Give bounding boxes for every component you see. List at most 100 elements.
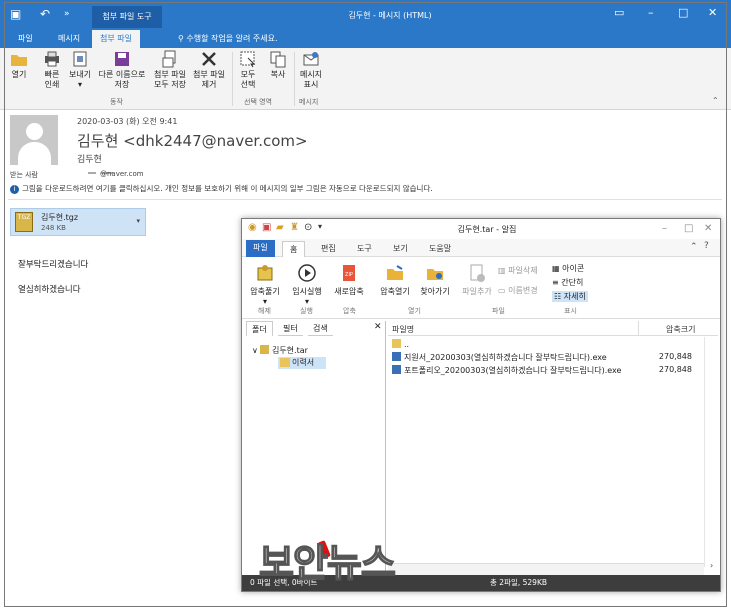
minimize-icon[interactable]: – — [648, 6, 654, 19]
preview-label: 보내기 — [68, 70, 92, 79]
collapse-ribbon-icon[interactable]: ⌃ — [712, 96, 719, 105]
tab-message[interactable]: 메시지 — [50, 30, 88, 48]
tab-file[interactable]: 파일 — [246, 240, 275, 257]
open-archive-icon — [387, 265, 403, 280]
delete-file-button[interactable]: ▥ 파일삭제 — [498, 265, 538, 276]
file-name: 포트폴리오_20200303(열심히하겠습니다 잘부탁드립니다).exe — [404, 366, 622, 375]
picture-download-warning[interactable]: i 그림을 다운로드하려면 여기를 클릭하십시오. 개인 정보를 보호하기 위해 … — [10, 183, 722, 194]
group-view-label: 표시 — [564, 307, 577, 315]
extract-icon — [257, 265, 273, 281]
message-from[interactable]: 김두현 <dhk2447@naver.com> — [77, 130, 308, 151]
tab-search[interactable]: 검색 — [308, 321, 333, 336]
archive-ribbon: 압축풀기 ▾ 임시실행 ▾ ZIP 새로압축 압축열기 찾아가기 파일추가 ▥ … — [242, 257, 720, 319]
tab-home[interactable]: 홈 — [282, 241, 306, 257]
remove-attachment-button[interactable]: 첨부 파일 제거 — [190, 50, 228, 90]
svg-text:ZIP: ZIP — [345, 272, 353, 278]
view-icon-button[interactable]: ▦ 아이콘 — [552, 263, 584, 274]
chevron-down-icon[interactable]: ∨ — [252, 346, 260, 355]
extract-quick-icon[interactable]: ♜ — [290, 222, 299, 233]
scroll-right-icon[interactable]: › — [710, 561, 713, 570]
tab-edit[interactable]: 편집 — [314, 241, 343, 257]
printer-icon — [45, 51, 59, 67]
preview-button[interactable]: 보내기 ▾ — [66, 50, 94, 90]
group-file-label: 파일 — [492, 307, 505, 315]
rename-button[interactable]: ▭ 이름변경 — [498, 285, 538, 296]
more-commands-icon[interactable]: » — [64, 9, 70, 19]
attachment-size: 248 KB — [41, 224, 66, 232]
tree-child-label: 이력서 — [292, 358, 315, 367]
save-all-button[interactable]: 첨부 파일 모두 저장 — [150, 50, 190, 90]
file-row-parent[interactable]: .. — [392, 339, 409, 351]
show-message-label-1: 메시지 — [299, 70, 323, 79]
outlook-ribbon-tabs: 파일 메시지 첨부 파일 ⚲ 수행할 작업을 알려 주세요. — [0, 30, 731, 48]
archive-ribbon-tabs: 파일 홈 편집 도구 보기 도움말 ⌃ ? — [242, 239, 720, 257]
column-size[interactable]: 압축크기 — [666, 324, 695, 335]
copy-icon — [270, 51, 286, 68]
add-file-button[interactable]: 파일추가 — [460, 263, 494, 297]
customize-toolbar-icon[interactable]: ▾ — [318, 222, 322, 231]
collapse-ribbon-icon[interactable]: ⌃ — [690, 242, 698, 252]
copy-button[interactable]: 복사 — [266, 50, 290, 80]
help-icon[interactable]: ? — [704, 241, 709, 251]
attachment-dropdown-icon[interactable]: ▾ — [136, 217, 140, 225]
tab-filter[interactable]: 필터 — [278, 321, 303, 336]
attachment-name: 김두현.tgz — [41, 213, 79, 222]
close-pane-icon[interactable]: ✕ — [374, 322, 382, 332]
close-icon[interactable]: ✕ — [708, 6, 717, 19]
open-folder-quick-icon[interactable]: ▰ — [276, 222, 284, 233]
vertical-scrollbar[interactable] — [704, 337, 718, 567]
save-disk-icon — [115, 52, 129, 66]
close-icon[interactable]: ✕ — [704, 223, 712, 234]
file-list-pane: 파일명 압축크기 .. 지원서_20200303(열심히하겠습니다 잘부탁드립니… — [388, 321, 718, 575]
horizontal-scrollbar[interactable] — [388, 563, 704, 575]
list-view-icon: ≡ — [552, 278, 562, 287]
folder-open-icon — [11, 55, 27, 66]
minimize-icon[interactable]: – — [662, 223, 667, 234]
find-button[interactable]: 찾아가기 — [418, 263, 452, 297]
open-archive-button[interactable]: 압축열기 — [378, 263, 412, 297]
file-list-header: 파일명 압축크기 — [388, 321, 718, 336]
save-all-label-1: 첨부 파일 — [154, 70, 186, 79]
maximize-icon[interactable]: □ — [684, 223, 693, 234]
new-archive-quick-icon[interactable]: ▣ — [262, 222, 271, 233]
file-row[interactable]: 포트폴리오_20200303(열심히하겠습니다 잘부탁드립니다).exe — [392, 365, 621, 377]
tree-root-label: 김두현.tar — [271, 346, 308, 355]
save-as-button[interactable]: 다른 이름으로 저장 — [96, 50, 148, 90]
tab-attachment[interactable]: 첨부 파일 — [92, 30, 140, 48]
extract-button[interactable]: 압축풀기 ▾ — [248, 263, 282, 306]
new-archive-label: 새로압축 — [334, 287, 364, 296]
tell-me-box[interactable]: ⚲ 수행할 작업을 알려 주세요. — [170, 30, 286, 48]
attachment-item[interactable]: TGZ 김두현.tgz 248 KB ▾ — [10, 208, 146, 236]
view-simple-button[interactable]: ≡ 간단히 — [552, 277, 583, 288]
context-tab-attachment-tools: 첨부 파일 도구 — [92, 6, 162, 28]
undo-icon[interactable]: ↶ — [40, 7, 50, 21]
tab-folder[interactable]: 폴더 — [246, 321, 273, 336]
group-extract-label: 해제 — [258, 307, 271, 315]
tab-file[interactable]: 파일 — [10, 30, 41, 48]
run-quick-icon[interactable]: ⊙ — [304, 222, 312, 233]
column-name[interactable]: 파일명 — [392, 324, 414, 335]
open-archive-label: 압축열기 — [380, 287, 410, 296]
folder-icon — [392, 339, 401, 348]
view-detail-button[interactable]: ☷ 자세히 — [552, 291, 588, 302]
open-label: 열기 — [11, 70, 27, 79]
show-message-button[interactable]: 메시지 표시 — [297, 50, 325, 90]
file-name: 지원서_20200303(열심히하겠습니다 잘부탁드립니다).exe — [404, 353, 607, 362]
outlook-title-bar: ▣ ↶ » 첨부 파일 도구 김두현 - 메시지 (HTML) ▭ – □ ✕ — [0, 0, 731, 30]
status-total: 총 2파일, 529KB — [490, 578, 548, 587]
ribbon-display-icon[interactable]: ▭ — [614, 6, 624, 19]
to-value[interactable]: @naver.com — [88, 170, 144, 178]
open-button[interactable]: 열기 — [8, 50, 30, 80]
tab-tools[interactable]: 도구 — [350, 241, 379, 257]
sender-avatar — [10, 115, 58, 165]
select-all-button[interactable]: 모두 선택 — [236, 50, 260, 90]
temp-run-button[interactable]: 임시실행 ▾ — [290, 263, 324, 306]
quick-print-button[interactable]: 빠른 인쇄 — [38, 50, 66, 90]
new-archive-button[interactable]: ZIP 새로압축 — [332, 263, 366, 297]
maximize-icon[interactable]: □ — [678, 6, 688, 19]
file-row[interactable]: 지원서_20200303(열심히하겠습니다 잘부탁드립니다).exe — [392, 352, 607, 364]
tab-help[interactable]: 도움말 — [422, 241, 458, 257]
tree-root[interactable]: ∨ 김두현.tar — [252, 345, 308, 356]
save-icon[interactable]: ▣ — [10, 7, 21, 21]
tab-view[interactable]: 보기 — [386, 241, 415, 257]
